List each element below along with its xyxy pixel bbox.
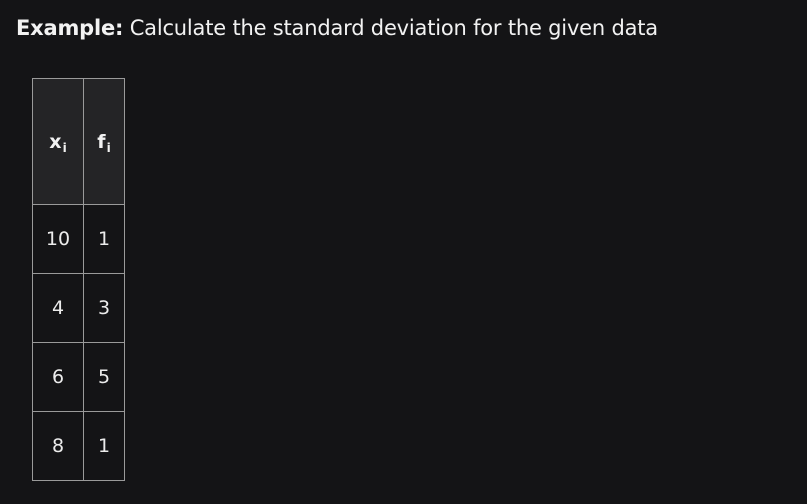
- table-header-row: xi fi: [32, 78, 125, 205]
- table-row: 6 5: [32, 342, 125, 412]
- header-f-var: f: [97, 130, 106, 153]
- header-x-var: x: [49, 130, 62, 153]
- table-row: 4 3: [32, 273, 125, 343]
- cell-x: 6: [32, 342, 84, 412]
- example-label: Example:: [16, 16, 124, 40]
- cell-f: 1: [83, 411, 125, 481]
- frequency-table: xi fi 10 1 4 3 6 5 8 1: [32, 78, 125, 481]
- cell-f: 1: [83, 204, 125, 274]
- table-row: 8 1: [32, 411, 125, 481]
- cell-x: 4: [32, 273, 84, 343]
- cell-x: 10: [32, 204, 84, 274]
- header-x: xi: [32, 78, 84, 205]
- example-question: Calculate the standard deviation for the…: [123, 16, 658, 40]
- cell-x: 8: [32, 411, 84, 481]
- header-f-sub: i: [106, 140, 111, 155]
- table-row: 10 1: [32, 204, 125, 274]
- cell-f: 3: [83, 273, 125, 343]
- example-heading: Example: Calculate the standard deviatio…: [16, 14, 658, 42]
- cell-f: 5: [83, 342, 125, 412]
- header-x-sub: i: [62, 140, 67, 155]
- header-f: fi: [83, 78, 125, 205]
